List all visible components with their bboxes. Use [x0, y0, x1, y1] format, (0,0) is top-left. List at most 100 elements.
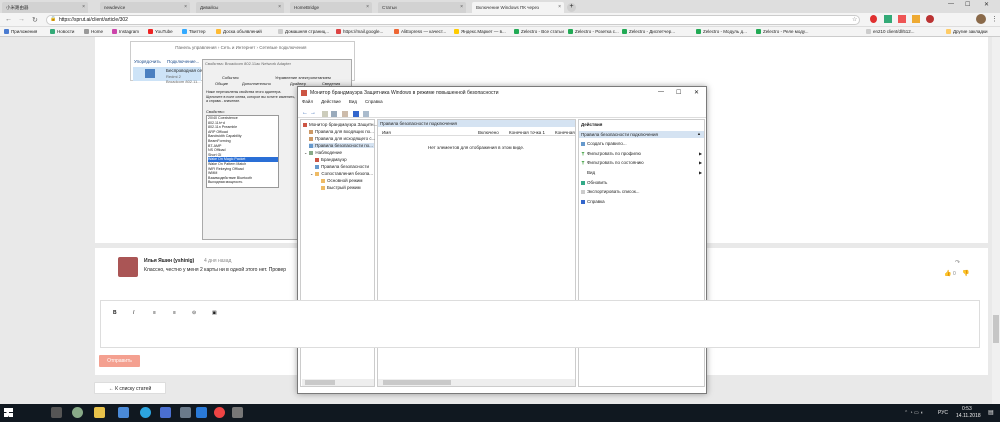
action-refresh[interactable]: Обновить [581, 180, 607, 185]
column-endpoint2[interactable]: Конечная [555, 130, 575, 135]
organize-button[interactable]: Упорядочить [134, 59, 161, 64]
link-button[interactable]: ⊝ [192, 310, 196, 316]
menu-file[interactable]: Файл [302, 99, 313, 107]
avatar[interactable] [118, 257, 138, 277]
submit-button[interactable]: Отправить [99, 355, 140, 367]
action-export[interactable]: Экспортировать список... [581, 189, 640, 194]
bullet-list-button[interactable]: ≡ [153, 310, 156, 316]
address-input[interactable]: https://sprut.ai/client/article/302 [46, 15, 860, 25]
thumbs-down-icon[interactable]: 👎 [962, 270, 969, 277]
edge-icon[interactable] [196, 407, 207, 418]
action-filter-profile[interactable]: Фильтровать по профилю [581, 151, 641, 156]
menu-help[interactable]: Справка [365, 99, 383, 107]
bookmark[interactable]: Zelectro - Розетка с... [568, 29, 619, 34]
italic-button[interactable]: I [133, 310, 134, 316]
close-window-icon[interactable]: ✕ [984, 1, 989, 8]
thumbs-up-icon[interactable]: 👍 [944, 270, 951, 277]
comment-editor[interactable] [100, 300, 980, 348]
avatar[interactable] [976, 14, 986, 24]
tree-item[interactable]: Правила для входящих по... [309, 129, 374, 134]
bookmark[interactable]: Домашняя страниц... [278, 29, 329, 34]
breadcrumb-item[interactable]: Сетевые подключения [259, 45, 306, 50]
extension-icon[interactable] [884, 15, 892, 23]
close-icon[interactable]: × [366, 4, 369, 10]
close-icon[interactable]: × [558, 4, 561, 10]
telegram-icon[interactable] [140, 407, 151, 418]
action-view[interactable]: Вид [587, 170, 595, 175]
maximize-icon[interactable]: ☐ [676, 89, 681, 96]
collapse-icon[interactable]: ▲ [697, 131, 701, 136]
extension-icon[interactable] [898, 15, 906, 23]
tree-item-selected[interactable]: Правила безопасности по... [309, 143, 374, 148]
back-icon[interactable]: ← [302, 110, 308, 116]
folder-up-icon[interactable] [322, 111, 328, 117]
chrome-icon[interactable] [214, 407, 225, 418]
maximize-icon[interactable]: ☐ [965, 1, 970, 8]
bookmark[interactable]: Яндекс.Маркет — в... [454, 29, 506, 34]
browser-tab-5[interactable]: Статьи × [378, 2, 466, 13]
new-tab-button[interactable]: + [567, 3, 576, 12]
properties-icon[interactable] [342, 111, 348, 117]
bookmark[interactable]: https://mail.google... [336, 29, 383, 34]
bookmark[interactable]: Zelectro - Все статьи [514, 29, 564, 34]
close-icon[interactable]: × [82, 4, 85, 10]
menu-view[interactable]: Вид [349, 99, 357, 107]
menu-icon[interactable]: ⋮ [991, 15, 998, 23]
browser-tab-4[interactable]: HomeBridge × [290, 2, 372, 13]
tab-general[interactable]: Общие [215, 81, 228, 86]
app-icon[interactable] [160, 407, 171, 418]
browser-tab-1[interactable]: 小米路由器 × [2, 2, 88, 13]
star-icon[interactable]: ☆ [852, 16, 857, 23]
list-item[interactable]: Выходная мощность [208, 180, 278, 185]
bookmark[interactable]: Zelectro - Модуль д... [696, 29, 747, 34]
forward-icon[interactable]: → [18, 16, 25, 23]
bookmark-other[interactable]: Другие закладки [946, 29, 987, 34]
steam-icon[interactable] [180, 407, 191, 418]
action-new-rule[interactable]: Создать правило... [581, 141, 627, 146]
close-icon[interactable]: ✕ [694, 89, 699, 96]
bookmark[interactable]: Zelectro - Диспетчер... [622, 29, 675, 34]
tray-icons[interactable]: ⌃ ◔ ▭ ◖ [904, 410, 923, 416]
extension-icon[interactable] [926, 15, 934, 23]
image-button[interactable]: ▣ [212, 310, 217, 316]
tree-item[interactable]: Быстрый режим [321, 185, 361, 190]
help-icon[interactable] [353, 111, 359, 117]
app-icon[interactable] [118, 407, 129, 418]
action-help[interactable]: Справка [581, 199, 605, 204]
bookmark[interactable]: Zelectro - Реле моду... [756, 29, 808, 34]
back-to-articles-button[interactable]: ← К списку статей [94, 382, 166, 394]
show-tree-icon[interactable] [331, 111, 337, 117]
connect-button[interactable]: Подключение... [167, 59, 199, 64]
app-icon[interactable] [72, 407, 83, 418]
scrollbar-thumb[interactable] [383, 380, 451, 385]
extension-icon[interactable] [912, 15, 920, 23]
bookmark[interactable]: Твиттер [182, 29, 206, 34]
tree-item[interactable]: Правила безопасности [315, 164, 369, 169]
notification-icon[interactable]: ▤ [988, 409, 994, 416]
tree-item[interactable]: Основной режим [321, 178, 362, 183]
language-indicator[interactable]: РУС [938, 410, 948, 416]
reply-icon[interactable]: ↷ [955, 259, 960, 266]
actions-group[interactable]: Правила безопасности подключения [579, 131, 704, 138]
bold-button[interactable]: B [113, 310, 117, 316]
browser-tab-active[interactable]: Включение Windows ПК через × [472, 2, 564, 13]
back-icon[interactable]: ← [5, 16, 12, 23]
bookmark-apps[interactable]: Приложения [4, 29, 37, 34]
clock-date[interactable]: 14.11.2018 [956, 413, 981, 419]
scrollbar[interactable] [992, 37, 1000, 404]
scrollbar-thumb[interactable] [305, 380, 335, 385]
minimize-icon[interactable]: — [948, 1, 954, 7]
close-icon[interactable]: × [184, 4, 187, 10]
bookmark[interactable]: Instagram [112, 29, 139, 34]
task-view-icon[interactable] [51, 407, 62, 418]
column-name[interactable]: Имя [382, 130, 391, 135]
tab-advanced[interactable]: Дополнительно [242, 81, 271, 86]
clock-time[interactable]: 0:53 [962, 406, 972, 412]
bookmark[interactable]: Доска объявлений [216, 29, 262, 34]
scrollbar-thumb[interactable] [993, 315, 999, 343]
forward-icon[interactable]: → [310, 110, 316, 116]
bookmark[interactable]: Home [84, 29, 103, 34]
tab-power[interactable]: Управление электропитанием [275, 75, 331, 80]
bookmark[interactable]: AliExpress — качест... [394, 29, 446, 34]
close-icon[interactable]: × [278, 4, 281, 10]
